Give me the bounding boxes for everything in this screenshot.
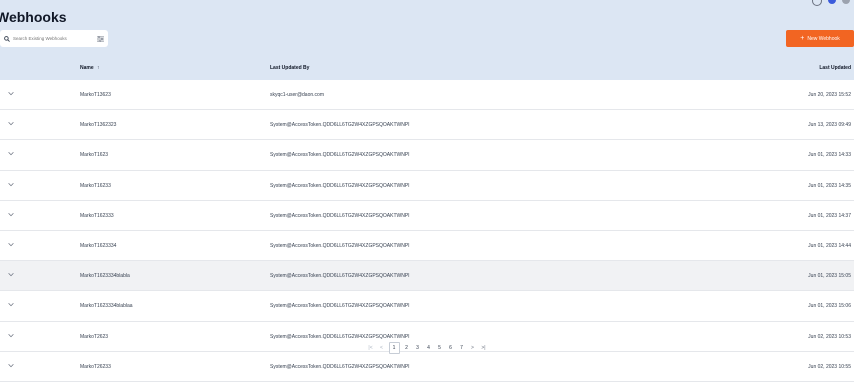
page-button-2[interactable]: 2: [403, 345, 411, 351]
last-updated: Jun 20, 2023 15:52: [808, 92, 851, 98]
last-updated-by: System@AccessToken.QDD6LL6TG2W4XZGPSQOAK…: [270, 273, 410, 280]
last-updated: Jun 13, 2023 09:49: [808, 122, 851, 129]
chevron-down-icon[interactable]: [8, 91, 14, 96]
filter-icon[interactable]: [97, 35, 104, 42]
webhook-name: MarkoT162333: [80, 212, 114, 219]
user-avatar-icon[interactable]: [828, 0, 836, 4]
page-title: Webhooks: [0, 9, 67, 25]
column-header-last-updated[interactable]: Last Updated: [819, 65, 851, 71]
last-updated: Jun 02, 2023 10:55: [808, 363, 851, 370]
table-row[interactable]: MarkoT1362323 System@AccessToken.QDD6LL6…: [0, 110, 854, 141]
chevron-down-icon[interactable]: [8, 272, 14, 277]
new-webhook-button[interactable]: + New Webhook: [786, 30, 854, 47]
last-updated-by: System@AccessToken.QDD6LL6TG2W4XZGPSQOAK…: [270, 333, 410, 340]
last-updated-by: System@AccessToken.QDD6LL6TG2W4XZGPSQOAK…: [270, 303, 410, 310]
page-button-3[interactable]: 3: [414, 345, 422, 351]
page-button-7[interactable]: 7: [458, 345, 466, 351]
table-row[interactable]: MarkoT16233 System@AccessToken.QDD6LL6TG…: [0, 170, 854, 201]
last-updated-by: skyqc1-user@daon.com: [270, 92, 324, 98]
chevron-down-icon[interactable]: [8, 182, 14, 187]
table-row[interactable]: MarkoT13623 skyqc1-user@daon.com Jun 20,…: [0, 80, 854, 111]
pagination: |< < 1 2 3 4 5 6 7 > >|: [0, 341, 854, 355]
chevron-down-icon[interactable]: [8, 242, 14, 247]
column-name-label: Name: [80, 65, 94, 71]
webhook-name: MarkoT2623: [80, 333, 109, 340]
search-input[interactable]: [13, 36, 83, 41]
new-webhook-label: New Webhook: [807, 35, 840, 42]
last-updated: Jun 01, 2023 14:33: [808, 152, 851, 159]
last-updated-by: System@AccessToken.QDD6LL6TG2W4XZGPSQOAK…: [270, 182, 410, 189]
last-updated: Jun 01, 2023 14:44: [808, 242, 851, 249]
search-box: [0, 30, 108, 47]
column-header-updated-by[interactable]: Last Updated By: [270, 65, 309, 71]
page-button-1[interactable]: 1: [388, 342, 400, 354]
table-row[interactable]: MarkoT1623334blabla System@AccessToken.Q…: [0, 261, 854, 292]
page-button-5[interactable]: 5: [436, 345, 444, 351]
chevron-down-icon[interactable]: [8, 121, 14, 126]
prev-page-button[interactable]: <: [378, 345, 386, 351]
webhook-name: MarkoT1362323: [80, 122, 117, 129]
sort-asc-icon: ↑: [97, 65, 100, 71]
top-icons: [812, 0, 850, 6]
table-row[interactable]: MarkoT1623334blablaa System@AccessToken.…: [0, 291, 854, 322]
webhook-name: MarkoT1623: [80, 152, 109, 159]
page-button-6[interactable]: 6: [447, 345, 455, 351]
last-updated: Jun 02, 2023 10:53: [808, 333, 851, 340]
webhook-name: MarkoT26233: [80, 363, 111, 370]
webhook-name: MarkoT1623334blablaa: [80, 303, 133, 310]
last-updated-by: System@AccessToken.QDD6LL6TG2W4XZGPSQOAK…: [270, 212, 410, 219]
next-page-button[interactable]: >: [469, 345, 477, 351]
last-updated-by: System@AccessToken.QDD6LL6TG2W4XZGPSQOAK…: [270, 122, 410, 129]
last-updated-by: System@AccessToken.QDD6LL6TG2W4XZGPSQOAK…: [270, 242, 410, 249]
plus-icon: +: [800, 35, 805, 42]
table-header: Name ↑ Last Updated By Last Updated: [0, 57, 854, 80]
page-button-4[interactable]: 4: [425, 345, 433, 351]
search-icon: [4, 35, 10, 42]
webhook-name: MarkoT1623334: [80, 242, 117, 249]
last-updated: Jun 01, 2023 14:35: [808, 182, 851, 189]
help-icon[interactable]: [812, 0, 822, 6]
webhook-name: MarkoT13623: [80, 92, 111, 98]
table-row[interactable]: MarkoT162333 System@AccessToken.QDD6LL6T…: [0, 200, 854, 231]
menu-icon[interactable]: [842, 0, 850, 4]
chevron-down-icon[interactable]: [8, 302, 14, 307]
last-updated: Jun 01, 2023 14:37: [808, 212, 851, 219]
last-updated-by: System@AccessToken.QDD6LL6TG2W4XZGPSQOAK…: [270, 152, 410, 159]
webhook-name: MarkoT1623334blabla: [80, 273, 130, 280]
last-updated: Jun 01, 2023 15:05: [808, 273, 851, 280]
chevron-down-icon[interactable]: [8, 212, 14, 217]
chevron-down-icon[interactable]: [8, 363, 14, 368]
column-header-name[interactable]: Name ↑: [80, 65, 100, 71]
last-updated: Jun 01, 2023 15:06: [808, 303, 851, 310]
chevron-down-icon[interactable]: [8, 333, 14, 338]
last-updated-by: System@AccessToken.QDD6LL6TG2W4XZGPSQOAK…: [270, 363, 410, 370]
table-body: MarkoT13623 skyqc1-user@daon.com Jun 20,…: [0, 80, 854, 382]
chevron-down-icon[interactable]: [8, 151, 14, 156]
last-page-button[interactable]: >|: [480, 345, 488, 351]
table-row[interactable]: MarkoT1623334 System@AccessToken.QDD6LL6…: [0, 230, 854, 262]
table-row[interactable]: MarkoT1623 System@AccessToken.QDD6LL6TG2…: [0, 140, 854, 171]
first-page-button[interactable]: |<: [367, 345, 375, 351]
table-row[interactable]: MarkoT26233 System@AccessToken.QDD6LL6TG…: [0, 351, 854, 382]
webhook-name: MarkoT16233: [80, 182, 111, 189]
